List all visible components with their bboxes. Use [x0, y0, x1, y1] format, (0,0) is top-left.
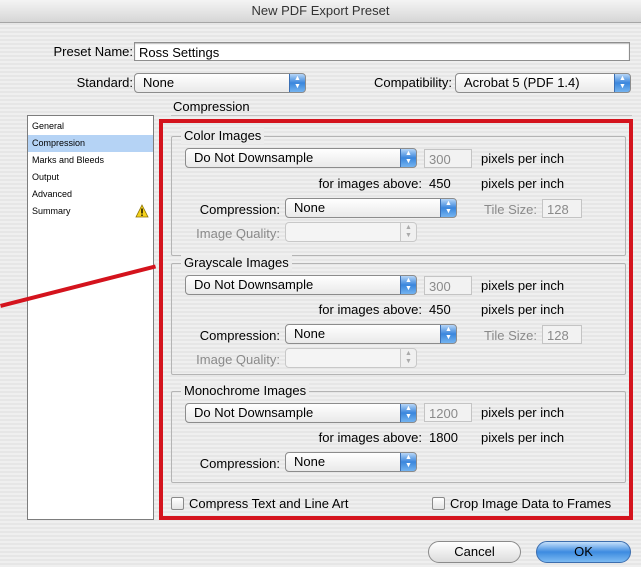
- popup-arrows-icon: ▲ ▼: [289, 74, 305, 92]
- compatibility-label: Compatibility:: [373, 75, 452, 90]
- standard-popup[interactable]: None ▲ ▼: [134, 73, 306, 93]
- sidebar-item-marks-and-bleeds[interactable]: Marks and Bleeds: [28, 152, 153, 169]
- sidebar-item-output[interactable]: Output: [28, 169, 153, 186]
- sidebar-item-label: Marks and Bleeds: [32, 155, 105, 165]
- sidebar-item-advanced[interactable]: Advanced: [28, 186, 153, 203]
- category-list[interactable]: General Compression Marks and Bleeds Out…: [27, 115, 154, 520]
- sidebar-item-label: Advanced: [32, 189, 73, 199]
- window-title: New PDF Export Preset: [0, 0, 641, 23]
- warning-icon: [135, 204, 149, 218]
- popup-arrows-icon: ▲ ▼: [614, 74, 630, 92]
- cancel-button[interactable]: Cancel: [428, 541, 521, 563]
- ok-button[interactable]: OK: [536, 541, 631, 563]
- sidebar-item-label: Output: [32, 172, 60, 182]
- highlight-box: [159, 119, 633, 520]
- panel-title-divider: [171, 115, 632, 116]
- preset-name-label: Preset Name:: [53, 44, 133, 59]
- sidebar-item-summary[interactable]: Summary: [28, 203, 153, 220]
- preset-name-field[interactable]: Ross Settings: [134, 42, 630, 61]
- sidebar-item-label: General: [32, 121, 65, 131]
- sidebar-item-compression[interactable]: Compression: [28, 135, 153, 152]
- sidebar-item-general[interactable]: General: [28, 118, 153, 135]
- compatibility-popup[interactable]: Acrobat 5 (PDF 1.4) ▲ ▼: [455, 73, 631, 93]
- sidebar-item-label: Compression: [32, 138, 86, 148]
- standard-label: Standard:: [76, 75, 133, 90]
- sidebar-item-label: Summary: [32, 206, 71, 216]
- compatibility-value: Acrobat 5 (PDF 1.4): [464, 75, 580, 90]
- panel-title: Compression: [173, 99, 250, 114]
- standard-value: None: [143, 75, 175, 90]
